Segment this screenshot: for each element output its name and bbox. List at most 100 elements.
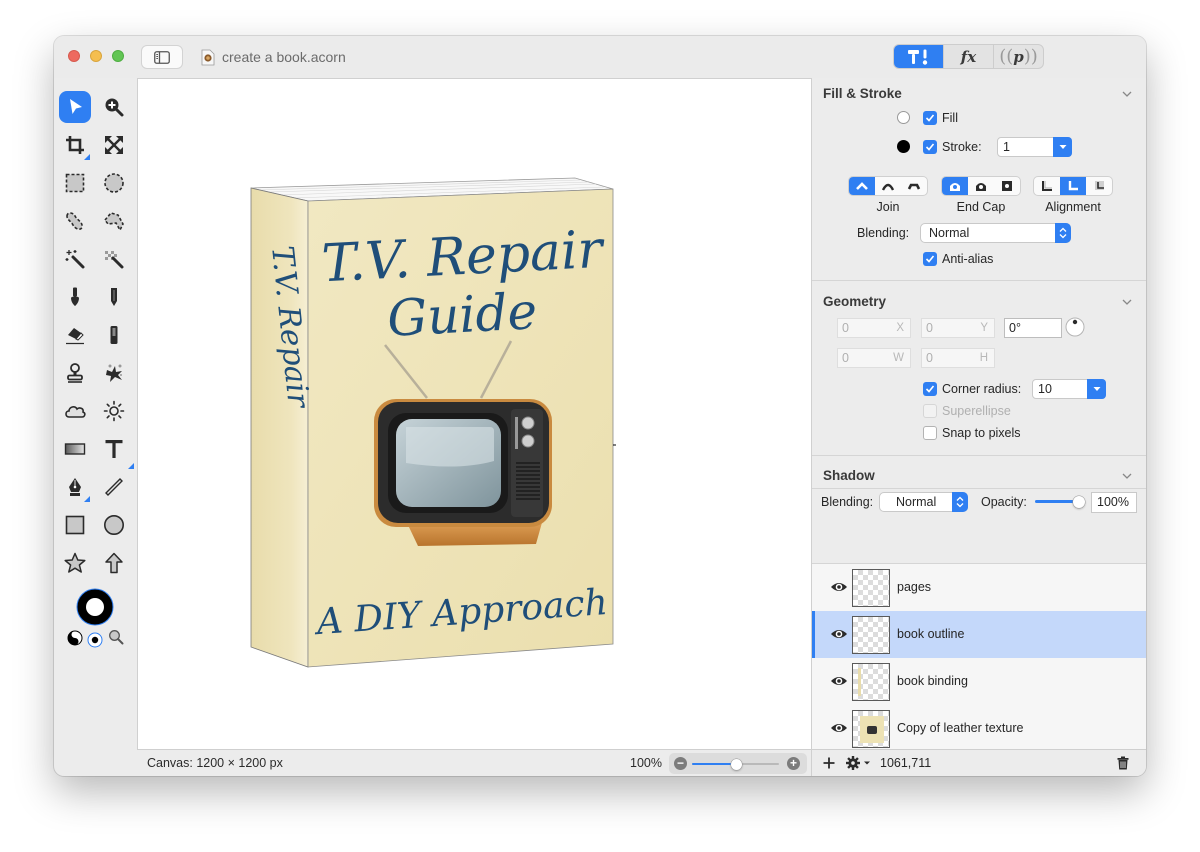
- dropdown-arrow-icon[interactable]: [1087, 379, 1106, 399]
- fill-checkbox[interactable]: [923, 111, 937, 125]
- expand-arrows-icon: [105, 136, 123, 154]
- rect-select-tool[interactable]: [59, 167, 91, 199]
- tab-tools[interactable]: [894, 45, 944, 68]
- corner-radius-label: Corner radius:: [942, 382, 1022, 396]
- trash-icon[interactable]: [1117, 756, 1129, 770]
- snap-to-pixels-checkbox[interactable]: [923, 426, 937, 440]
- paint-bucket-tool[interactable]: [98, 319, 130, 351]
- miter-join-icon: [856, 182, 868, 190]
- zoom-out-button[interactable]: −: [674, 757, 687, 770]
- opacity-field[interactable]: 100%: [1091, 492, 1137, 513]
- gradient-tool[interactable]: [59, 433, 91, 465]
- chevron-down-icon[interactable]: [1122, 89, 1132, 99]
- close-window-button[interactable]: [68, 50, 80, 62]
- dropdown-arrow-icon[interactable]: [1053, 137, 1072, 157]
- magic-wand-tool[interactable]: [59, 243, 91, 275]
- swap-colors-button[interactable]: [67, 630, 83, 646]
- canvas[interactable]: T.V. Repair Guide T.V. Repair A DIY Appr…: [137, 78, 811, 749]
- tab-plugins[interactable]: ((p)): [994, 45, 1043, 68]
- select-tool[interactable]: [59, 91, 91, 123]
- line-tool[interactable]: [98, 471, 130, 503]
- add-layer-icon[interactable]: [823, 757, 835, 769]
- clone-tool[interactable]: [59, 357, 91, 389]
- zoom-in-button[interactable]: +: [787, 757, 800, 770]
- zoom-slider-fill: [692, 763, 736, 765]
- align-inside-button[interactable]: [1034, 177, 1060, 195]
- rotation-dial[interactable]: [1065, 317, 1085, 337]
- endcap-round-button[interactable]: [968, 177, 994, 195]
- layer-name: book outline: [897, 627, 965, 641]
- bezier-tool[interactable]: [59, 471, 91, 503]
- layer-row[interactable]: Copy of leather texture: [812, 705, 1146, 749]
- chevron-down-icon[interactable]: [1122, 297, 1132, 307]
- oval-tool[interactable]: [98, 509, 130, 541]
- antialias-checkbox[interactable]: [923, 252, 937, 266]
- stroke-fill-color-well[interactable]: [76, 588, 114, 626]
- instant-alpha-tool[interactable]: [98, 243, 130, 275]
- layer-name: Copy of leather texture: [897, 721, 1024, 735]
- smudge-tool[interactable]: [98, 357, 130, 389]
- join-miter-button[interactable]: [849, 177, 875, 195]
- stroke-color-swatch[interactable]: [897, 140, 910, 153]
- align-outside-button[interactable]: [1086, 177, 1112, 195]
- eye-icon[interactable]: [830, 580, 848, 594]
- section-divider: [812, 280, 1146, 281]
- sidebar-toggle-button[interactable]: [141, 45, 183, 69]
- align-center-button[interactable]: [1060, 177, 1086, 195]
- polygon-lasso-tool[interactable]: [98, 205, 130, 237]
- stroke-width-combo[interactable]: 1: [997, 137, 1072, 157]
- x-field[interactable]: 0 X: [837, 318, 911, 338]
- default-colors-button[interactable]: [87, 632, 103, 648]
- submenu-indicator: [84, 154, 90, 160]
- rotation-field[interactable]: 0°: [1004, 318, 1062, 338]
- superellipse-checkbox[interactable]: [923, 404, 937, 418]
- star-tool[interactable]: [59, 547, 91, 579]
- rectangle-marquee-icon: [65, 173, 85, 193]
- minimize-window-button[interactable]: [90, 50, 102, 62]
- brush-tool[interactable]: [59, 281, 91, 313]
- endcap-square-button[interactable]: [994, 177, 1020, 195]
- height-field[interactable]: 0 H: [921, 348, 995, 368]
- eye-icon[interactable]: [830, 721, 848, 735]
- transform-tool[interactable]: [98, 129, 130, 161]
- opacity-slider-knob[interactable]: [1073, 496, 1085, 508]
- zoom-tool[interactable]: [98, 91, 130, 123]
- join-bevel-button[interactable]: [901, 177, 927, 195]
- endcap-butt-button[interactable]: [942, 177, 968, 195]
- zoom-slider-knob[interactable]: [730, 759, 742, 770]
- arrow-tool[interactable]: [98, 547, 130, 579]
- zoom-slider[interactable]: [692, 759, 779, 770]
- stroke-checkbox[interactable]: [923, 140, 937, 154]
- pencil-tool[interactable]: [98, 281, 130, 313]
- width-field[interactable]: 0 W: [837, 348, 911, 368]
- rotation-dial-icon: [1065, 317, 1085, 337]
- crop-tool[interactable]: [59, 129, 91, 161]
- layer-row[interactable]: book binding: [812, 658, 1146, 705]
- eraser-tool[interactable]: [59, 319, 91, 351]
- shadow-blending-popup[interactable]: Normal: [879, 492, 968, 512]
- rectangle-tool[interactable]: [59, 509, 91, 541]
- join-round-button[interactable]: [875, 177, 901, 195]
- chevron-down-icon[interactable]: [1122, 471, 1132, 481]
- layer-actions-menu-button[interactable]: [845, 755, 873, 771]
- color-picker-button[interactable]: [108, 629, 124, 645]
- line-icon: [105, 478, 123, 496]
- eye-icon[interactable]: [830, 627, 848, 641]
- lasso-tool[interactable]: [59, 205, 91, 237]
- layer-row[interactable]: book outline: [812, 611, 1146, 658]
- corner-radius-checkbox[interactable]: [923, 382, 937, 396]
- tab-filters[interactable]: fx: [944, 45, 994, 68]
- y-field[interactable]: 0 Y: [921, 318, 995, 338]
- sidebar-icon: [154, 50, 170, 64]
- eye-icon[interactable]: [830, 674, 848, 688]
- corner-radius-combo[interactable]: 10: [1032, 379, 1106, 399]
- fill-color-swatch[interactable]: [897, 111, 910, 124]
- ellipse-select-tool[interactable]: [98, 167, 130, 199]
- layer-row[interactable]: pages: [812, 564, 1146, 611]
- dodge-tool[interactable]: [98, 395, 130, 427]
- opacity-slider[interactable]: [1035, 496, 1085, 508]
- burn-tool[interactable]: [59, 395, 91, 427]
- text-tool[interactable]: [98, 433, 134, 469]
- blending-popup[interactable]: Normal: [920, 223, 1071, 243]
- zoom-window-button[interactable]: [112, 50, 124, 62]
